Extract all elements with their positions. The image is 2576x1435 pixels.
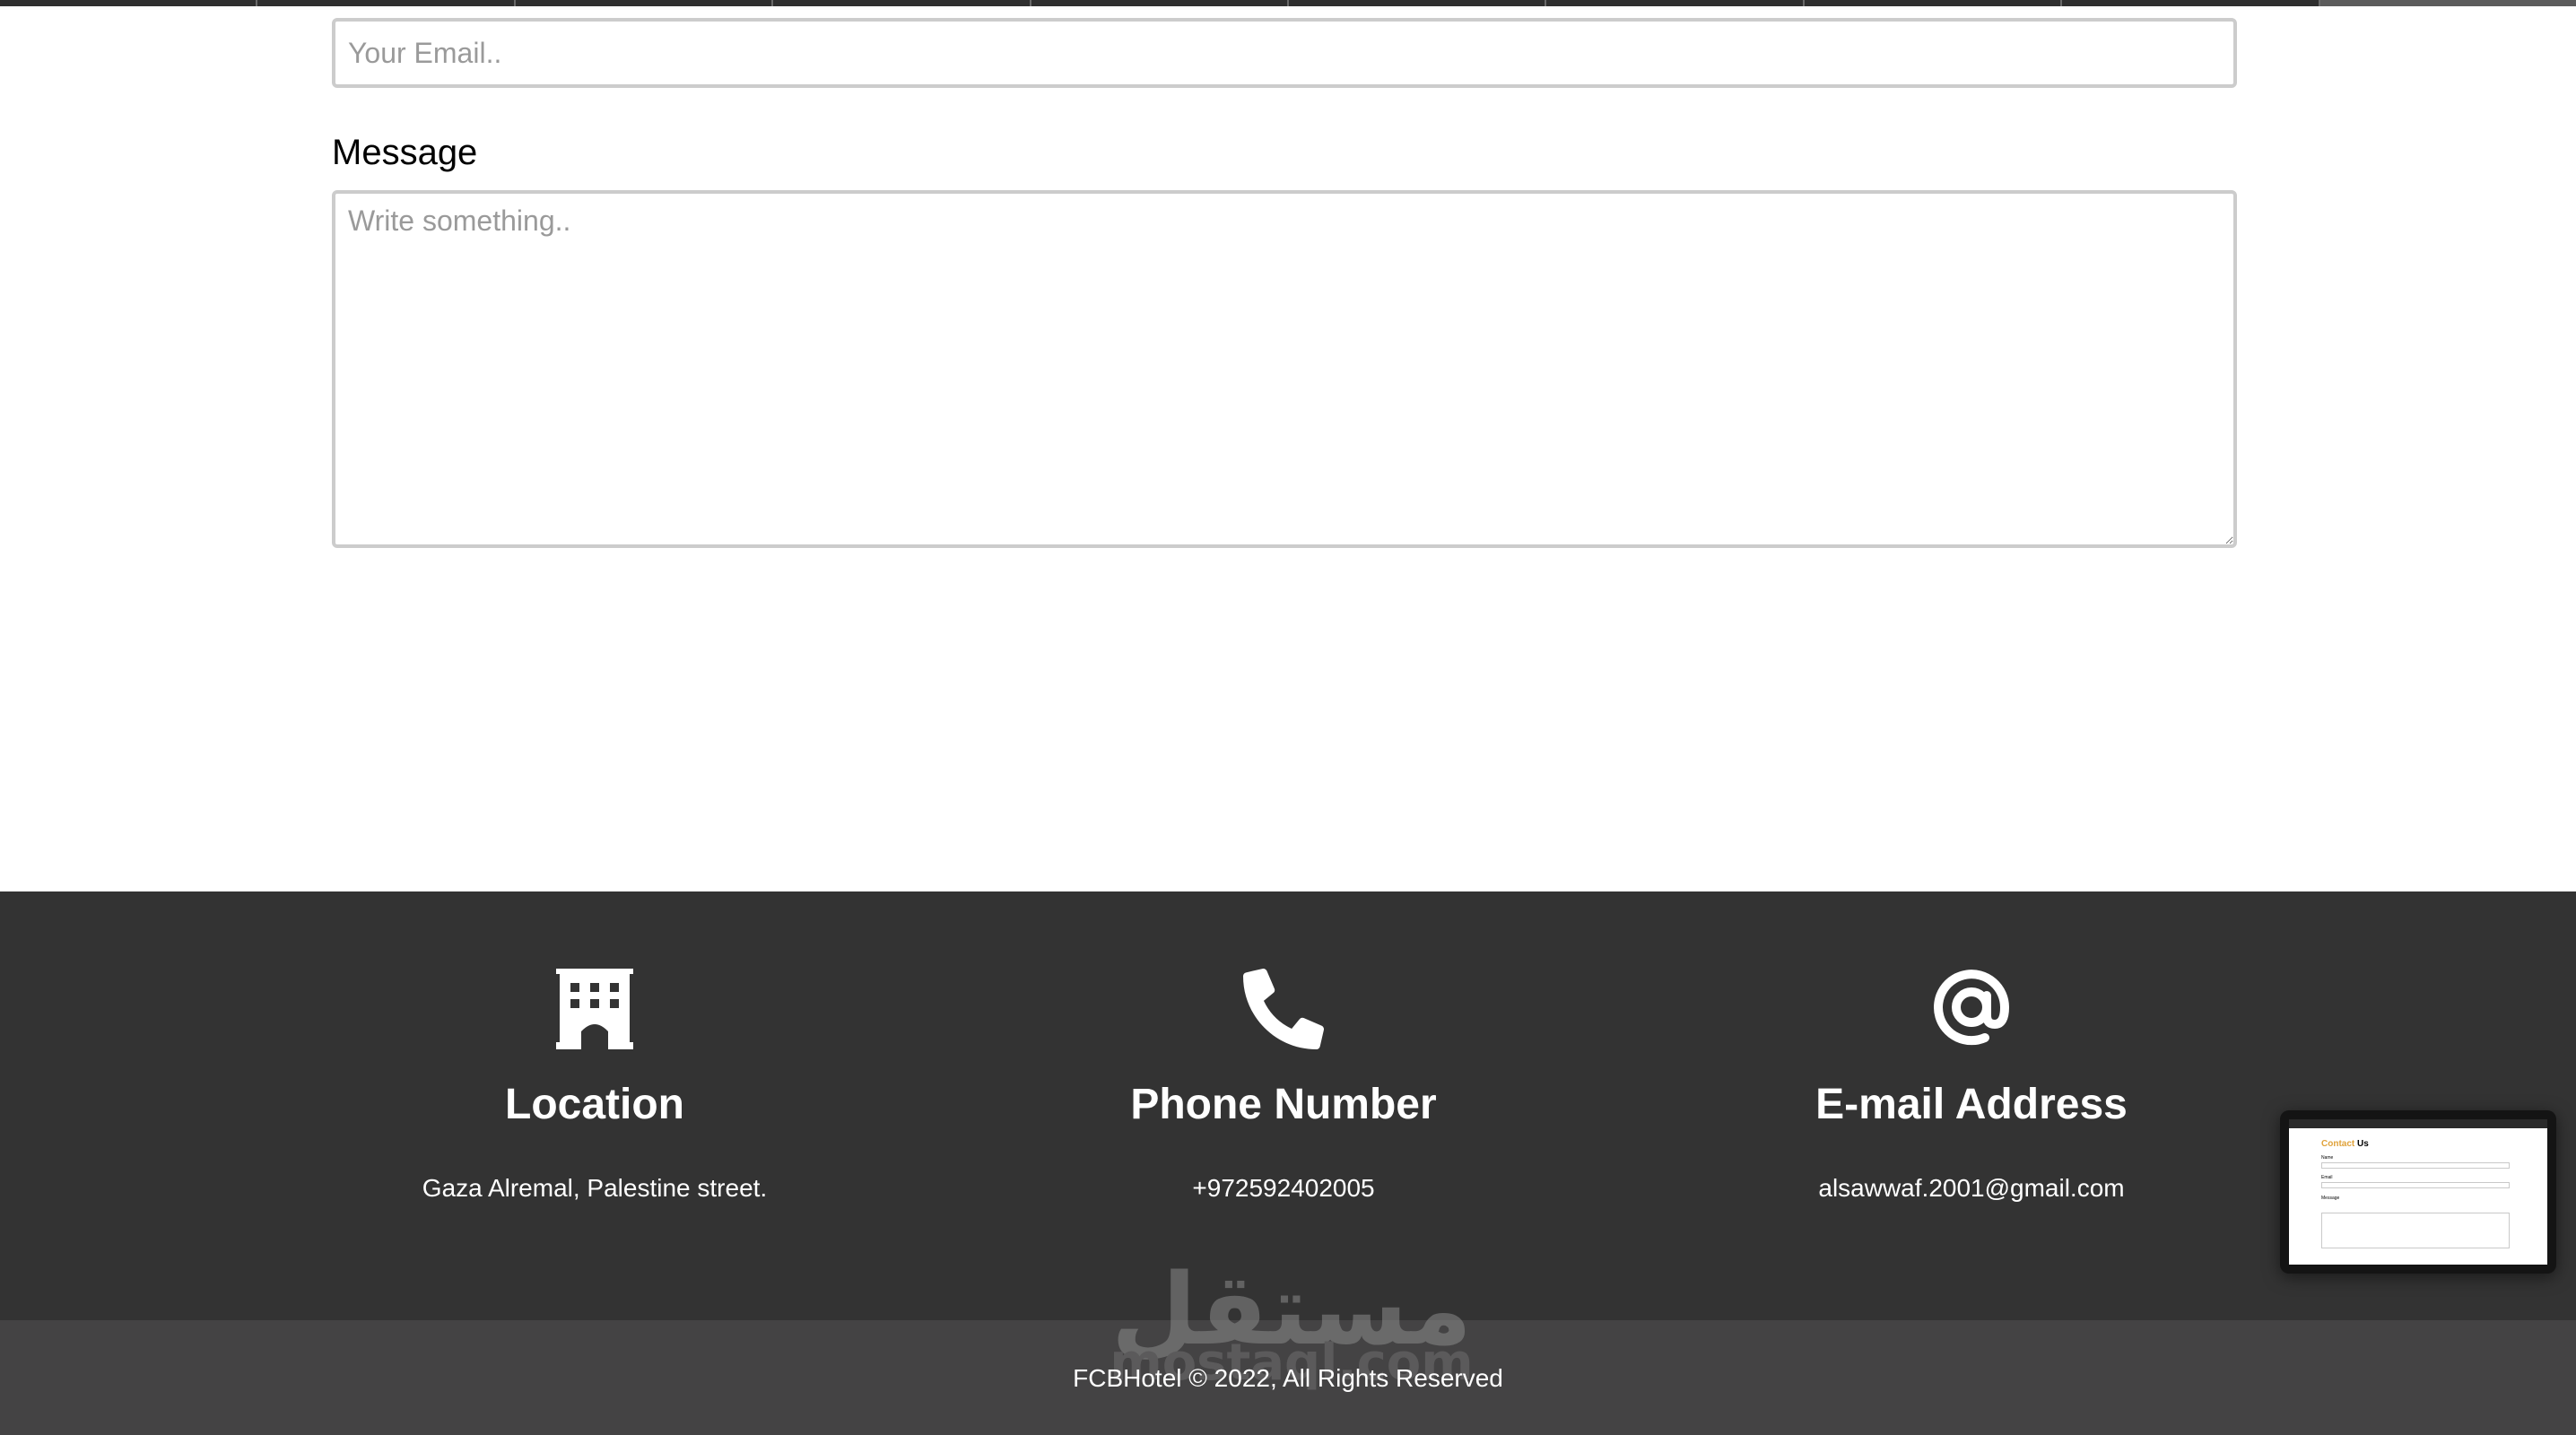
top-navigation-bar — [0, 0, 2576, 6]
preview-label: Name — [2321, 1155, 2334, 1161]
nav-segment[interactable] — [257, 0, 516, 6]
message-field[interactable] — [332, 190, 2237, 548]
nav-segment[interactable] — [516, 0, 774, 6]
phone-icon — [1243, 969, 1324, 1054]
preview-topbar — [2289, 1119, 2547, 1128]
nav-segment[interactable] — [773, 0, 1031, 6]
copyright-text: FCBHotel © 2022, All Rights Reserved — [1073, 1364, 1503, 1392]
location-text: Gaza Alremal, Palestine street. — [422, 1174, 768, 1202]
page-preview-thumbnail[interactable]: Contact Us Name Email Message — [2280, 1110, 2556, 1274]
nav-segment[interactable] — [1546, 0, 1805, 6]
preview-screen: Contact Us Name Email Message — [2289, 1119, 2547, 1265]
nav-segment[interactable] — [1031, 0, 1290, 6]
email-field[interactable] — [332, 18, 2237, 88]
nav-segment[interactable] — [1289, 0, 1547, 6]
phone-text: +972592402005 — [1192, 1174, 1375, 1202]
footer: Location Gaza Alremal, Palestine street.… — [0, 891, 2576, 1320]
nav-segment[interactable] — [0, 0, 258, 6]
preview-input — [2321, 1182, 2510, 1188]
email-text[interactable]: alsawwaf.2001@gmail.com — [1631, 1173, 2312, 1204]
location-title: Location — [505, 1081, 684, 1128]
preview-label: Message — [2321, 1196, 2340, 1201]
nav-segment[interactable] — [2062, 0, 2320, 6]
message-label: Message — [332, 133, 478, 172]
nav-segment[interactable] — [2319, 0, 2576, 6]
email-title: E-mail Address — [1815, 1081, 2128, 1128]
preview-title: Contact Us — [2321, 1139, 2369, 1149]
building-icon — [556, 969, 633, 1054]
preview-label: Email — [2321, 1175, 2333, 1180]
nav-segment[interactable] — [1805, 0, 2063, 6]
at-sign-icon — [1933, 969, 2010, 1050]
preview-input — [2321, 1162, 2510, 1169]
preview-textarea — [2321, 1213, 2510, 1248]
contact-form — [332, 18, 2237, 88]
phone-title: Phone Number — [1130, 1081, 1437, 1128]
